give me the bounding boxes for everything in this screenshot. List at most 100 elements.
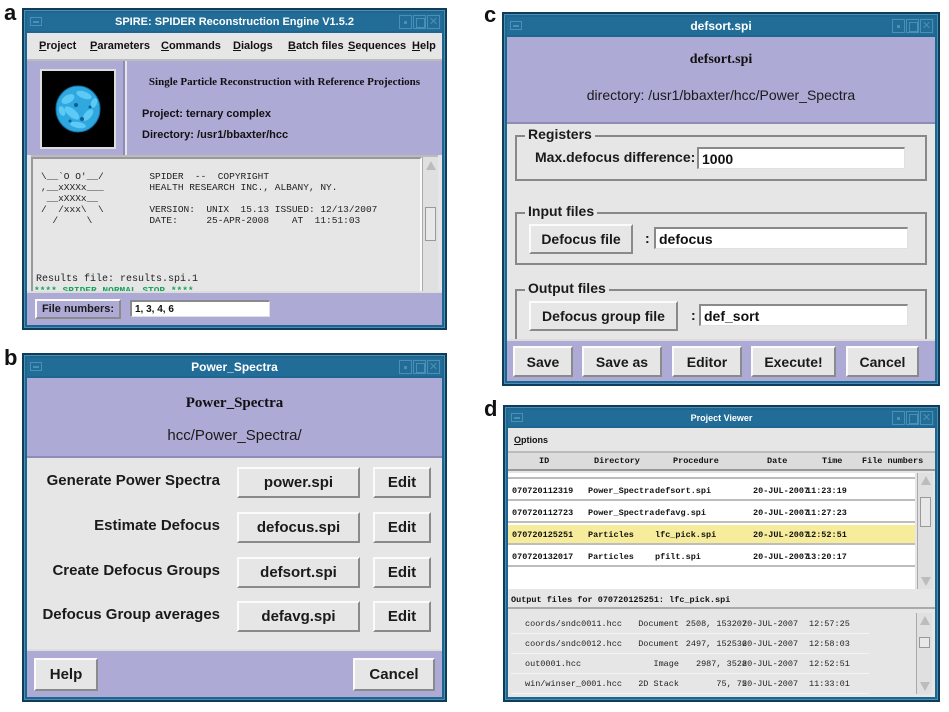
title-bar[interactable]: Project Viewer ✕ [508,410,935,426]
output-file-row[interactable]: coords/sndc0012.hcc Document 2497, 152536 2… [511,634,869,654]
title-bar[interactable]: SPIRE: SPIDER Reconstruction Engine V1.5… [27,13,442,31]
defocus-spi-button[interactable]: defocus.spi [237,512,360,543]
scroll-thumb[interactable] [920,497,931,527]
window-menu-icon[interactable] [30,17,42,26]
edit-defsort-button[interactable]: Edit [373,557,431,588]
minimize-icon[interactable] [892,19,905,33]
column-header-id[interactable]: ID [539,456,549,466]
help-button[interactable]: Help [34,658,98,691]
menu-sequences[interactable]: Sequences [348,40,406,52]
menu-help[interactable]: Help [412,40,436,52]
cell-file: win/winser_0001.hcc [525,679,622,689]
execute-button[interactable]: Execute! [751,346,836,377]
defocus-file-button[interactable]: Defocus file [529,224,633,254]
output-file-row[interactable]: coords/sndc0011.hcc Document 2508, 153207 2… [511,614,869,634]
scroll-up-icon[interactable] [921,476,931,485]
scroll-thumb[interactable] [425,207,436,241]
output-file-row[interactable]: win/winser_0001.hcc2D Stack75, 7520-JUL-… [511,694,869,695]
maximize-icon[interactable] [906,411,919,425]
defocus-file-input[interactable]: defocus [654,227,908,249]
max-defocus-input[interactable]: 1000 [697,147,905,169]
runs-vertical-scrollbar[interactable] [917,473,933,589]
cell-type: Image [653,659,679,669]
edit-defavg-button[interactable]: Edit [373,601,431,632]
scroll-up-icon[interactable] [920,616,930,625]
output-file-row[interactable]: win/winser_0001.hcc2D Stack75, 7520-JUL-… [511,674,869,694]
menu-batch-files-label: atch files [295,40,344,52]
cell-procedure: lfc_pick.spi [655,530,717,540]
column-header-procedure[interactable]: Procedure [673,456,719,466]
output-files-label: Output files for 070720125251: lfc_pick.… [508,591,935,609]
edit-power-button[interactable]: Edit [373,467,431,498]
column-header-file-numbers[interactable]: File numbers [862,456,923,466]
maximize-icon[interactable] [906,19,919,33]
table-row[interactable]: 070720132017 Particles pfilt.spi 20-JUL-200… [508,547,915,567]
maximize-icon[interactable] [413,360,426,374]
menu-commands[interactable]: Commands [161,40,221,52]
scroll-down-icon[interactable] [920,682,930,691]
table-row[interactable]: 070720125251 Particles lfc_pick.spi 20-JUL-… [508,525,915,545]
cell-date: 20-JUL-2007 [753,552,810,562]
defsort-spi-button[interactable]: defsort.spi [237,557,360,588]
table-row[interactable]: 070720112723 Power_Spectra defavg.spi 20-JU… [508,503,915,523]
power-spectra-header: Power_Spectra hcc/Power_Spectra/ [27,378,442,458]
cell-date: 20-JUL-2007 [742,679,799,689]
output-file-row[interactable]: out0001.hcc Image 2987, 3528 20-JUL-2007 12:… [511,654,869,674]
output-vertical-scrollbar[interactable] [916,613,932,694]
window-menu-icon[interactable] [30,362,42,371]
column-header-date[interactable]: Date [767,456,787,466]
minimize-icon[interactable] [892,411,905,425]
menu-parameters[interactable]: Parameters [90,40,150,52]
close-icon[interactable]: ✕ [427,15,440,29]
title-bar[interactable]: defsort.spi ✕ [507,17,935,35]
close-icon[interactable]: ✕ [427,360,440,374]
cell-directory: Power_Spectra [588,486,655,496]
minimize-icon[interactable] [399,15,412,29]
defsort-window: defsort.spi ✕ defsort.spi directory: /us… [502,12,940,386]
editor-button[interactable]: Editor [672,346,742,377]
defavg-spi-button[interactable]: defavg.spi [237,601,360,632]
maximize-icon[interactable] [413,15,426,29]
title-bar[interactable]: Power_Spectra ✕ [27,358,442,376]
close-icon[interactable]: ✕ [920,411,933,425]
defocus-group-file-input[interactable]: def_sort [699,304,908,326]
cell-file: coords/sndc0012.hcc [525,639,622,649]
file-numbers-button[interactable]: File numbers: [35,299,121,319]
defocus-group-file-button[interactable]: Defocus group file [529,301,678,331]
window-menu-icon[interactable] [511,413,523,422]
table-row[interactable]: 070720112319 Power_Spectra defsort.spi 20-J… [508,481,915,501]
minimize-icon[interactable] [399,360,412,374]
console-text-area[interactable]: \__`O O'__/ SPIDER -- COPYRIGHT ,__xXXXx… [31,157,422,305]
menu-batch-files[interactable]: Batch files [288,40,344,52]
file-numbers-input[interactable]: 1, 3, 4, 6 [130,300,270,317]
menu-options[interactable]: Options [514,435,548,445]
cell-file: coords/sndc0011.hcc [525,619,622,629]
console-vertical-scrollbar[interactable] [422,157,438,305]
window-menu-icon[interactable] [510,21,522,30]
menu-dialogs[interactable]: Dialogs [233,40,273,52]
scroll-thumb[interactable] [919,637,930,648]
cancel-button[interactable]: Cancel [353,658,435,691]
cell-size: 2508, 153207 [685,619,747,629]
cancel-button[interactable]: Cancel [846,346,919,377]
menu-project[interactable]: Project [39,40,76,52]
close-icon[interactable]: ✕ [920,19,933,33]
cell-procedure: pfilt.spi [655,552,701,562]
save-as-button[interactable]: Save as [582,346,662,377]
console-banner: \__`O O'__/ SPIDER -- COPYRIGHT ,__xXXXx… [41,171,378,226]
column-header-directory[interactable]: Directory [594,456,640,466]
menu-commands-label: ommands [168,40,221,52]
power-spi-button[interactable]: power.spi [237,467,360,498]
window-title: SPIRE: SPIDER Reconstruction Engine V1.5… [115,16,354,28]
edit-defocus-button[interactable]: Edit [373,512,431,543]
cell-directory: Particles [588,530,634,540]
window-title: Power_Spectra [191,360,278,374]
column-header-time[interactable]: Time [822,456,842,466]
output-files-group-label: Output files [525,280,609,296]
cell-type: 2D Stack [638,679,679,689]
project-viewer-window: Project Viewer ✕ Options ID Directory Pr… [503,405,940,702]
scroll-up-icon[interactable] [426,161,436,170]
save-button[interactable]: Save [513,346,573,377]
project-info-pane: Single Particle Reconstruction with Refe… [127,61,442,155]
scroll-down-icon[interactable] [921,577,931,586]
